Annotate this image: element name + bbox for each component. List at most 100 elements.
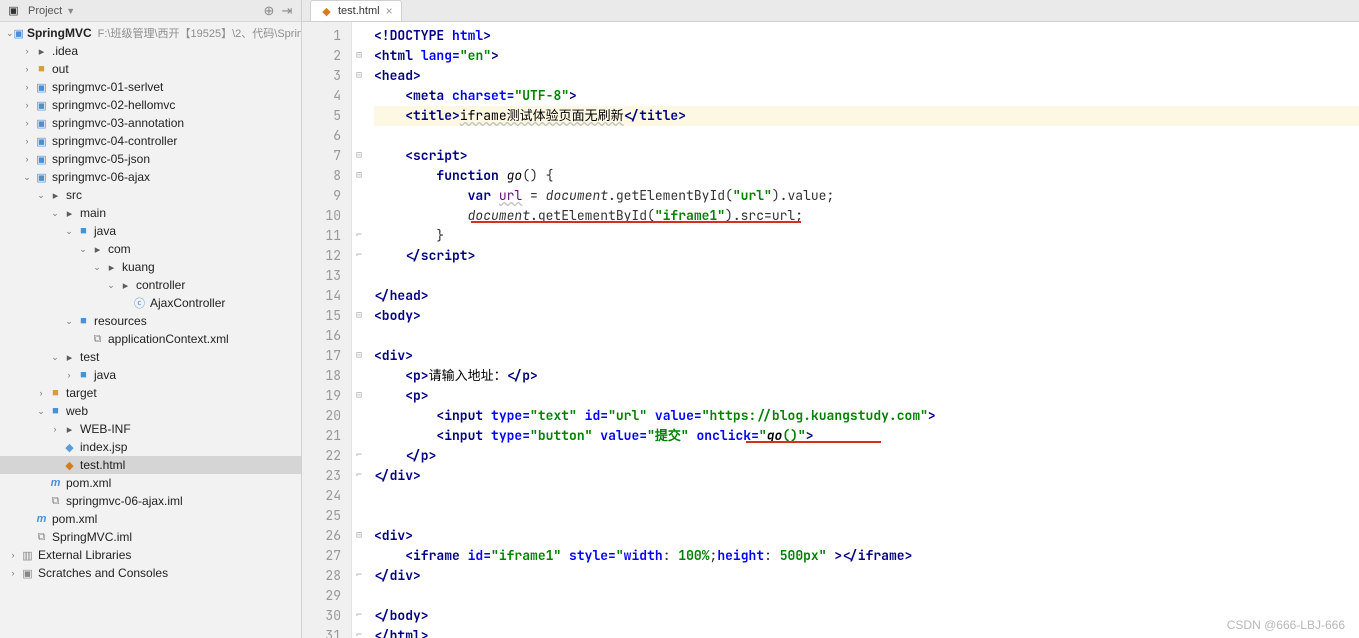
- fold-marker[interactable]: [352, 426, 366, 446]
- line-number[interactable]: 18: [306, 366, 341, 386]
- code-line[interactable]: </div>: [374, 466, 1359, 486]
- line-number[interactable]: 9: [306, 186, 341, 206]
- line-number[interactable]: 5: [306, 106, 341, 126]
- tree-toggle[interactable]: ⌄: [62, 226, 76, 237]
- code-line[interactable]: [374, 266, 1359, 286]
- line-number[interactable]: 29: [306, 586, 341, 606]
- tree-item[interactable]: ·⧉applicationContext.xml: [0, 330, 301, 348]
- chevron-down-icon[interactable]: ▼: [66, 6, 75, 16]
- tree-toggle[interactable]: ›: [20, 154, 34, 164]
- tree-item[interactable]: ⌄▸controller: [0, 276, 301, 294]
- code-line[interactable]: [374, 586, 1359, 606]
- fold-marker[interactable]: ⌐: [352, 446, 366, 466]
- tree-toggle[interactable]: ⌄: [6, 28, 14, 39]
- code-line[interactable]: <input type="button" value="提交" onclick=…: [374, 426, 1359, 446]
- tree-item[interactable]: ⌄▣springmvc-06-ajax: [0, 168, 301, 186]
- code-line[interactable]: <html lang="en">: [374, 46, 1359, 66]
- tree-item[interactable]: ⌄▸main: [0, 204, 301, 222]
- tree-toggle[interactable]: ⌄: [76, 244, 90, 255]
- project-tree[interactable]: ⌄▣SpringMVCF:\班级管理\西开【19525】\2、代码\Spring…: [0, 22, 301, 638]
- fold-marker[interactable]: [352, 86, 366, 106]
- tree-toggle[interactable]: ›: [20, 46, 34, 56]
- code-line[interactable]: }: [374, 226, 1359, 246]
- line-number[interactable]: 4: [306, 86, 341, 106]
- tree-item[interactable]: ›▸.idea: [0, 42, 301, 60]
- fold-marker[interactable]: ⌐: [352, 466, 366, 486]
- line-number-gutter[interactable]: 1234567891011121314151617181920212223242…: [302, 22, 352, 638]
- code-line[interactable]: <meta charset="UTF-8">: [374, 86, 1359, 106]
- fold-marker[interactable]: ⌐: [352, 246, 366, 266]
- line-number[interactable]: 7: [306, 146, 341, 166]
- tree-toggle[interactable]: ›: [20, 64, 34, 74]
- line-number[interactable]: 16: [306, 326, 341, 346]
- fold-marker[interactable]: ⊟: [352, 306, 366, 326]
- code-line[interactable]: <p>请输入地址：</p>: [374, 366, 1359, 386]
- line-number[interactable]: 14: [306, 286, 341, 306]
- tree-item[interactable]: ›▸WEB-INF: [0, 420, 301, 438]
- tree-item[interactable]: ⌄▸test: [0, 348, 301, 366]
- line-number[interactable]: 25: [306, 506, 341, 526]
- tree-item[interactable]: ›■out: [0, 60, 301, 78]
- code-line[interactable]: <input type="text" id="url" value="https…: [374, 406, 1359, 426]
- close-icon[interactable]: ×: [386, 4, 393, 18]
- line-number[interactable]: 8: [306, 166, 341, 186]
- fold-marker[interactable]: ⊟: [352, 346, 366, 366]
- fold-marker[interactable]: ⌐: [352, 226, 366, 246]
- fold-marker[interactable]: [352, 206, 366, 226]
- code-line[interactable]: [374, 126, 1359, 146]
- tree-toggle[interactable]: ⌄: [48, 352, 62, 363]
- fold-marker[interactable]: [352, 326, 366, 346]
- tree-toggle[interactable]: ›: [6, 568, 20, 578]
- line-number[interactable]: 26: [306, 526, 341, 546]
- collapse-icon[interactable]: ⇥: [279, 3, 295, 19]
- tree-item[interactable]: ›▣springmvc-04-controller: [0, 132, 301, 150]
- code-line[interactable]: [374, 486, 1359, 506]
- code-line[interactable]: </head>: [374, 286, 1359, 306]
- tree-toggle[interactable]: ›: [20, 136, 34, 146]
- tree-toggle[interactable]: ›: [20, 100, 34, 110]
- line-number[interactable]: 23: [306, 466, 341, 486]
- fold-marker[interactable]: [352, 506, 366, 526]
- tree-item[interactable]: ·◆index.jsp: [0, 438, 301, 456]
- fold-marker[interactable]: ⌐: [352, 626, 366, 638]
- line-number[interactable]: 28: [306, 566, 341, 586]
- code-line[interactable]: document.getElementById("iframe1").src=u…: [374, 206, 1359, 226]
- line-number[interactable]: 30: [306, 606, 341, 626]
- tree-toggle[interactable]: ›: [20, 82, 34, 92]
- tree-item[interactable]: ⌄▸com: [0, 240, 301, 258]
- tree-item[interactable]: ·mpom.xml: [0, 510, 301, 528]
- tree-toggle[interactable]: ›: [6, 550, 20, 560]
- code-line[interactable]: </p>: [374, 446, 1359, 466]
- tree-toggle[interactable]: ⌄: [34, 190, 48, 201]
- code-line[interactable]: <script>: [374, 146, 1359, 166]
- tree-toggle[interactable]: ⌄: [48, 208, 62, 219]
- code-line[interactable]: <div>: [374, 346, 1359, 366]
- fold-marker[interactable]: [352, 266, 366, 286]
- code-line[interactable]: [374, 326, 1359, 346]
- line-number[interactable]: 6: [306, 126, 341, 146]
- tree-toggle[interactable]: ⌄: [20, 172, 34, 183]
- tree-item[interactable]: ⌄■web: [0, 402, 301, 420]
- tab-test-html[interactable]: ◆ test.html ×: [310, 0, 402, 21]
- tree-toggle[interactable]: ⌄: [62, 316, 76, 327]
- fold-marker[interactable]: [352, 546, 366, 566]
- tree-toggle[interactable]: ›: [48, 424, 62, 434]
- tree-item[interactable]: ⌄▸src: [0, 186, 301, 204]
- fold-marker[interactable]: [352, 586, 366, 606]
- code-line[interactable]: </script>: [374, 246, 1359, 266]
- tree-toggle[interactable]: ›: [34, 388, 48, 398]
- fold-marker[interactable]: [352, 486, 366, 506]
- tree-toggle[interactable]: ›: [20, 118, 34, 128]
- code-line[interactable]: function go() {: [374, 166, 1359, 186]
- code-line[interactable]: <body>: [374, 306, 1359, 326]
- tree-item[interactable]: ›■target: [0, 384, 301, 402]
- tree-toggle[interactable]: ⌄: [90, 262, 104, 273]
- line-number[interactable]: 22: [306, 446, 341, 466]
- line-number[interactable]: 2: [306, 46, 341, 66]
- fold-marker[interactable]: [352, 286, 366, 306]
- fold-column[interactable]: ⊟⊟ ⊟⊟ ⌐⌐ ⊟ ⊟ ⊟ ⌐⌐ ⊟ ⌐ ⌐⌐: [352, 22, 366, 638]
- locate-icon[interactable]: ⊕: [261, 3, 277, 19]
- code-line[interactable]: [374, 506, 1359, 526]
- line-number[interactable]: 31: [306, 626, 341, 638]
- line-number[interactable]: 3: [306, 66, 341, 86]
